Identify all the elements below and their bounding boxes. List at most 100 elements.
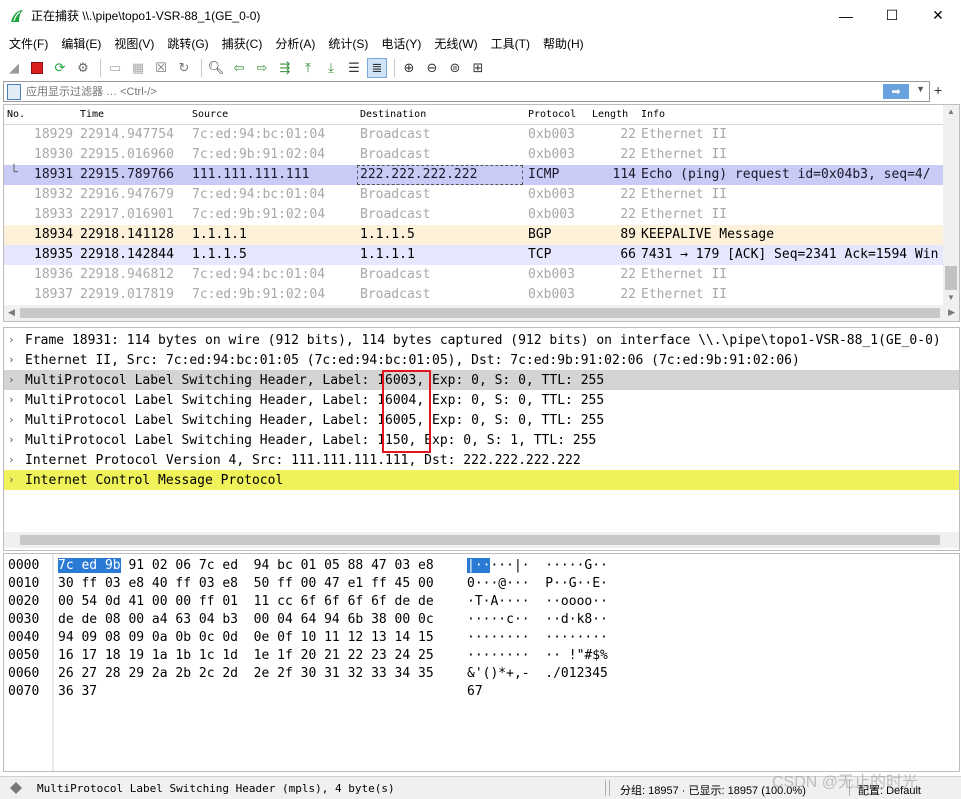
- restart-capture-icon[interactable]: ⟳: [50, 58, 70, 78]
- menu-help[interactable]: 帮助(H): [534, 35, 588, 52]
- go-forward-icon[interactable]: ⇨: [252, 58, 272, 78]
- byte-hex-line[interactable]: 7c ed 9b 91 02 06 7c ed 94 bc 01 05 88 4…: [58, 558, 434, 573]
- go-first-icon[interactable]: ⤒: [298, 58, 318, 78]
- column-header-info[interactable]: Info: [641, 109, 665, 120]
- scroll-left-icon[interactable]: ◀: [8, 307, 15, 318]
- menu-statistics[interactable]: 统计(S): [319, 35, 372, 52]
- packet-row[interactable]: 18933 22917.016901 7c:ed:9b:91:02:04 Broadc…: [4, 205, 944, 225]
- scroll-up-icon[interactable]: ▲: [947, 107, 955, 116]
- open-file-icon[interactable]: ▭: [105, 58, 125, 78]
- detail-row[interactable]: › Internet Control Message Protocol: [4, 470, 959, 490]
- chevron-down-icon[interactable]: ▼: [916, 84, 925, 94]
- reload-file-icon[interactable]: ↻: [174, 58, 194, 78]
- byte-hex-line[interactable]: 16 17 18 19 1a 1b 1c 1d 1e 1f 20 21 22 2…: [58, 648, 434, 663]
- byte-hex-line[interactable]: 36 37: [58, 684, 97, 699]
- menu-analyze[interactable]: 分析(A): [266, 35, 319, 52]
- expand-arrow-icon[interactable]: ›: [8, 473, 15, 486]
- zoom-out-icon[interactable]: ⊖: [422, 58, 442, 78]
- arrow-right-icon[interactable]: ➡: [883, 84, 909, 99]
- detail-row[interactable]: › MultiProtocol Label Switching Header, L…: [4, 370, 959, 390]
- scrollbar-thumb[interactable]: [20, 308, 940, 318]
- expand-arrow-icon[interactable]: ›: [8, 373, 15, 386]
- resize-columns-icon[interactable]: ⊞: [468, 58, 488, 78]
- selected-hex-bytes[interactable]: 7c ed 9b: [58, 558, 121, 573]
- packet-row[interactable]: 18937 22919.017819 7c:ed:9b:91:02:04 Broadc…: [4, 285, 944, 305]
- bookmark-icon[interactable]: [7, 83, 21, 100]
- find-packet-icon[interactable]: 🔍︎: [206, 58, 226, 78]
- packet-row[interactable]: 18931 22915.789766 111.111.111.111 222.222.…: [4, 165, 944, 185]
- detail-row[interactable]: › MultiProtocol Label Switching Header, L…: [4, 430, 959, 450]
- go-last-icon[interactable]: ⤓: [321, 58, 341, 78]
- go-to-packet-icon[interactable]: ⇶: [275, 58, 295, 78]
- colorize-icon[interactable]: ≣: [367, 57, 387, 78]
- zoom-in-icon[interactable]: ⊕: [399, 58, 419, 78]
- column-header-destination[interactable]: Destination: [360, 109, 426, 120]
- scrollbar-thumb[interactable]: [945, 266, 957, 290]
- expand-arrow-icon[interactable]: ›: [8, 353, 15, 366]
- packet-row[interactable]: 18936 22918.946812 7c:ed:94:bc:01:04 Broadc…: [4, 265, 944, 285]
- menu-tools[interactable]: 工具(T): [482, 35, 534, 52]
- column-header-no[interactable]: No.: [7, 109, 25, 120]
- column-header-time[interactable]: Time: [80, 109, 104, 120]
- byte-hex-line[interactable]: 94 09 08 09 0a 0b 0c 0d 0e 0f 10 11 12 1…: [58, 630, 434, 645]
- byte-ascii-line[interactable]: 0···@··· P··G··E·: [467, 576, 608, 591]
- menu-file[interactable]: 文件(F): [0, 35, 52, 52]
- packet-row[interactable]: 18935 22918.142844 1.1.1.5 1.1.1.1 TCP 66 7431…: [4, 245, 944, 265]
- go-back-icon[interactable]: ⇦: [229, 58, 249, 78]
- expert-info-icon[interactable]: [10, 782, 22, 794]
- menu-capture[interactable]: 捕获(C): [213, 35, 267, 52]
- close-file-icon[interactable]: ☒: [151, 58, 171, 78]
- detail-row[interactable]: › MultiProtocol Label Switching Header, L…: [4, 410, 959, 430]
- menu-wireless[interactable]: 无线(W): [425, 35, 481, 52]
- scroll-down-icon[interactable]: ▼: [947, 293, 955, 302]
- maximize-button[interactable]: ☐: [869, 0, 915, 31]
- selected-ascii-bytes[interactable]: |··: [467, 558, 491, 573]
- packet-list-hscrollbar[interactable]: ◀ ▶: [4, 305, 959, 321]
- expand-arrow-icon[interactable]: ›: [8, 433, 15, 446]
- capture-options-icon[interactable]: ⚙: [73, 58, 93, 78]
- byte-hex-line[interactable]: 00 54 0d 41 00 00 ff 01 11 cc 6f 6f 6f 6…: [58, 594, 434, 609]
- byte-ascii-line[interactable]: |·····|· ·····G··: [467, 558, 608, 573]
- byte-hex-line[interactable]: 30 ff 03 e8 40 ff 03 e8 50 ff 00 47 e1 f…: [58, 576, 434, 591]
- expand-arrow-icon[interactable]: ›: [8, 413, 15, 426]
- expand-arrow-icon[interactable]: ›: [8, 393, 15, 406]
- byte-ascii-line[interactable]: ·····c·· ··d·k8··: [467, 612, 608, 627]
- add-filter-button[interactable]: +: [934, 82, 942, 98]
- details-hscrollbar[interactable]: [4, 532, 959, 548]
- byte-ascii-line[interactable]: ········ ·· !"#$%: [467, 648, 608, 663]
- zoom-normal-icon[interactable]: ⊜: [445, 58, 465, 78]
- detail-row[interactable]: › Internet Protocol Version 4, Src: 111.1…: [4, 450, 959, 470]
- column-header-source[interactable]: Source: [192, 109, 228, 120]
- stop-capture-icon[interactable]: [27, 58, 47, 78]
- save-file-icon[interactable]: ▦: [128, 58, 148, 78]
- packet-row[interactable]: 18934 22918.141128 1.1.1.1 1.1.1.5 BGP 89 KEEP…: [4, 225, 944, 245]
- scrollbar-thumb[interactable]: [20, 535, 940, 545]
- menu-view[interactable]: 视图(V): [105, 35, 158, 52]
- close-button[interactable]: ✕: [915, 0, 961, 31]
- column-header-protocol[interactable]: Protocol: [528, 109, 576, 120]
- packet-list-vscrollbar[interactable]: ▲ ▼: [943, 105, 959, 305]
- menu-edit[interactable]: 编辑(E): [52, 35, 105, 52]
- expand-arrow-icon[interactable]: ›: [8, 453, 15, 466]
- column-header-length[interactable]: Length: [592, 109, 628, 120]
- detail-row[interactable]: › Frame 18931: 114 bytes on wire (912 bit…: [4, 330, 959, 350]
- scroll-right-icon[interactable]: ▶: [948, 307, 955, 318]
- byte-ascii-line[interactable]: ·T·A···· ··oooo··: [467, 594, 608, 609]
- menu-telephony[interactable]: 电话(Y): [372, 35, 425, 52]
- autoscroll-icon[interactable]: ☰: [344, 58, 364, 78]
- minimize-button[interactable]: —: [823, 0, 869, 31]
- detail-row[interactable]: › Ethernet II, Src: 7c:ed:94:bc:01:05 (7c…: [4, 350, 959, 370]
- packet-row[interactable]: 18929 22914.947754 7c:ed:94:bc:01:04 Broadc…: [4, 125, 944, 145]
- byte-ascii-line[interactable]: 67: [467, 684, 483, 699]
- byte-hex-line[interactable]: 26 27 28 29 2a 2b 2c 2d 2e 2f 30 31 32 3…: [58, 666, 434, 681]
- start-capture-icon[interactable]: ◢: [4, 58, 24, 78]
- packet-row[interactable]: 18932 22916.947679 7c:ed:94:bc:01:04 Broadc…: [4, 185, 944, 205]
- display-filter-input[interactable]: [26, 85, 846, 98]
- byte-ascii-line[interactable]: &'()*+,- ./012345: [467, 666, 608, 681]
- byte-hex-line[interactable]: de de 08 00 a4 63 04 b3 00 04 64 94 6b 3…: [58, 612, 434, 627]
- packet-row[interactable]: 18930 22915.016960 7c:ed:9b:91:02:04 Broadc…: [4, 145, 944, 165]
- detail-row[interactable]: › MultiProtocol Label Switching Header, L…: [4, 390, 959, 410]
- menu-go[interactable]: 跳转(G): [158, 35, 212, 52]
- expand-arrow-icon[interactable]: ›: [8, 333, 15, 346]
- byte-ascii-line[interactable]: ········ ········: [467, 630, 608, 645]
